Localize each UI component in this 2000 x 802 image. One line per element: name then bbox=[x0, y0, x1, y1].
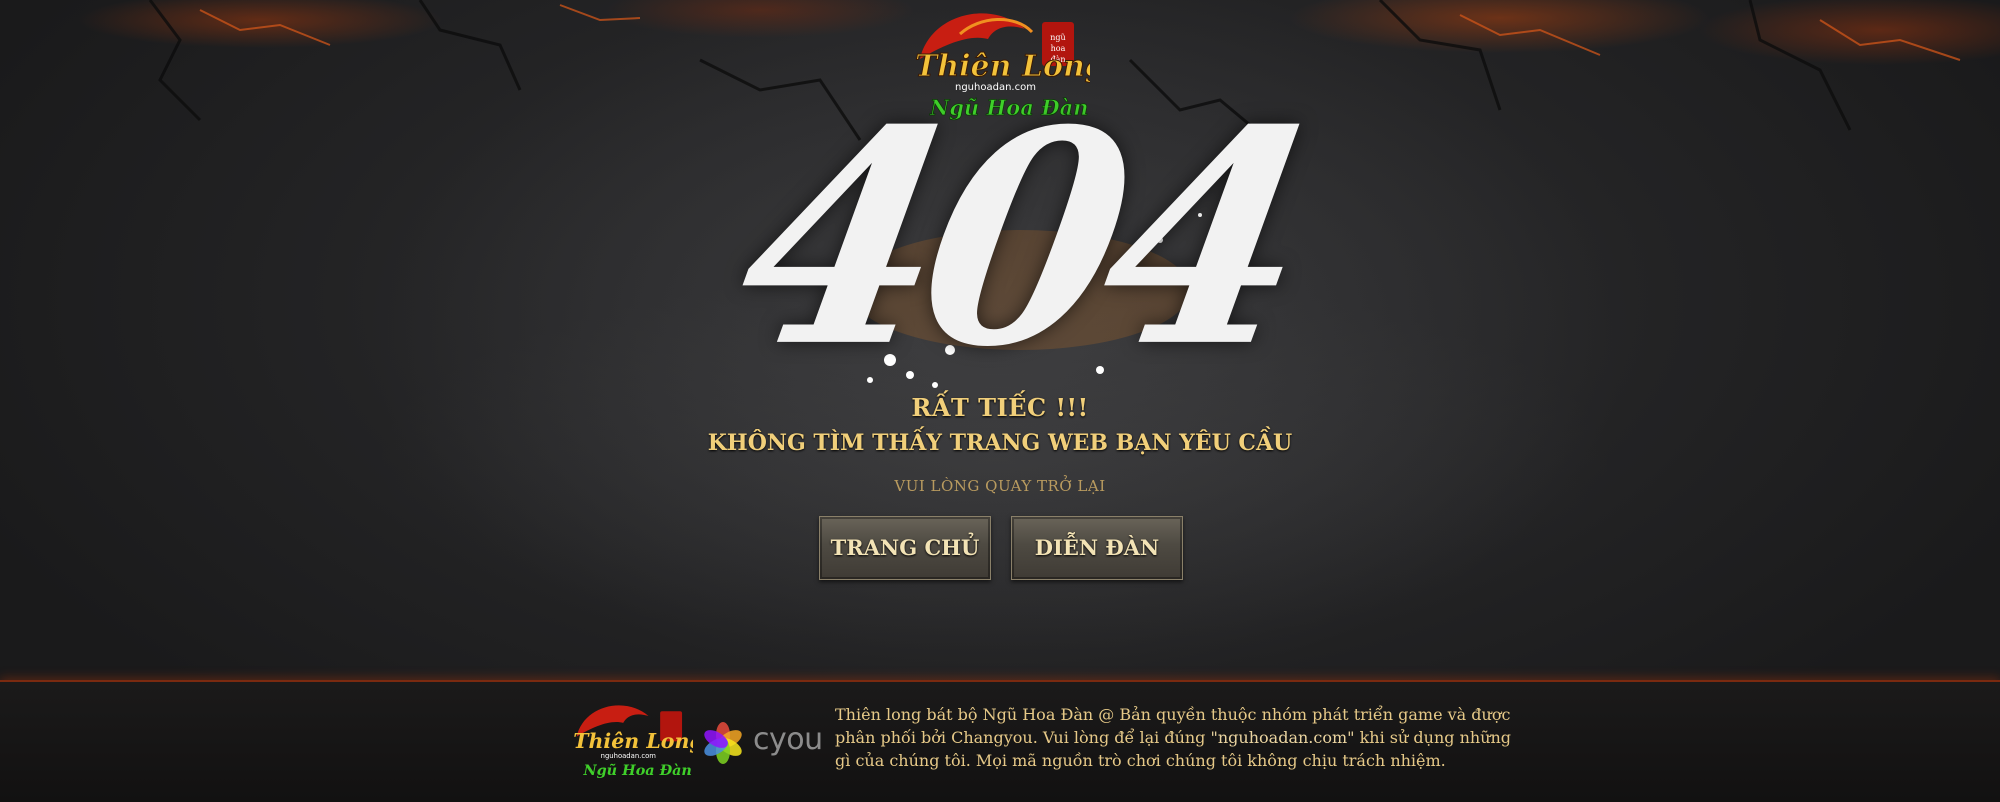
error-message: KHÔNG TÌM THẤY TRANG WEB BẠN YÊU CẦU bbox=[707, 430, 1293, 456]
error-code-graphic: 404 bbox=[718, 67, 1321, 420]
footer-logo-title: Thiên Long bbox=[573, 729, 693, 753]
copyright-line-1: Thiên long bát bộ Ngũ Hoa Đàn @ Bản quyề… bbox=[835, 705, 1511, 724]
copyright-line-2-start: phân phối bởi Changyou. Vui lòng để lại … bbox=[835, 728, 1206, 747]
footer-logo-subtitle: Ngũ Hoa Đàn bbox=[583, 762, 692, 779]
svg-text:ngũ: ngũ bbox=[1050, 33, 1065, 42]
cyou-flower-icon bbox=[704, 722, 742, 764]
copyright-line-2-end: khi sử dụng những bbox=[1359, 728, 1512, 747]
copyright-line-3: gì của chúng tôi. Mọi mã nguồn trò chơi … bbox=[835, 751, 1446, 770]
footer: Thiên Long nguhoadan.com Ngũ Hoa Đàn cyo… bbox=[0, 680, 2000, 802]
error-hint: VUI LÒNG QUAY TRỞ LẠI bbox=[894, 477, 1106, 495]
copyright-domain-link[interactable]: "nguhoadan.com" bbox=[1211, 728, 1355, 747]
partner-name: cyou bbox=[753, 722, 823, 757]
home-button[interactable]: TRANG CHỦ bbox=[819, 516, 991, 580]
copyright-text: Thiên long bát bộ Ngũ Hoa Đàn @ Bản quyề… bbox=[835, 703, 1535, 772]
error-headline: RẤT TIẾC !!! bbox=[911, 393, 1089, 422]
error-code: 404 bbox=[718, 66, 1322, 413]
footer-logo-domain: nguhoadan.com bbox=[601, 752, 657, 760]
footer-game-logo[interactable]: Thiên Long nguhoadan.com Ngũ Hoa Đàn bbox=[563, 690, 693, 790]
forum-button[interactable]: DIỄN ĐÀN bbox=[1011, 516, 1183, 580]
partner-logo[interactable]: cyou bbox=[697, 718, 825, 768]
copyright-line-2: phân phối bởi Changyou. Vui lòng để lại … bbox=[835, 726, 1535, 749]
